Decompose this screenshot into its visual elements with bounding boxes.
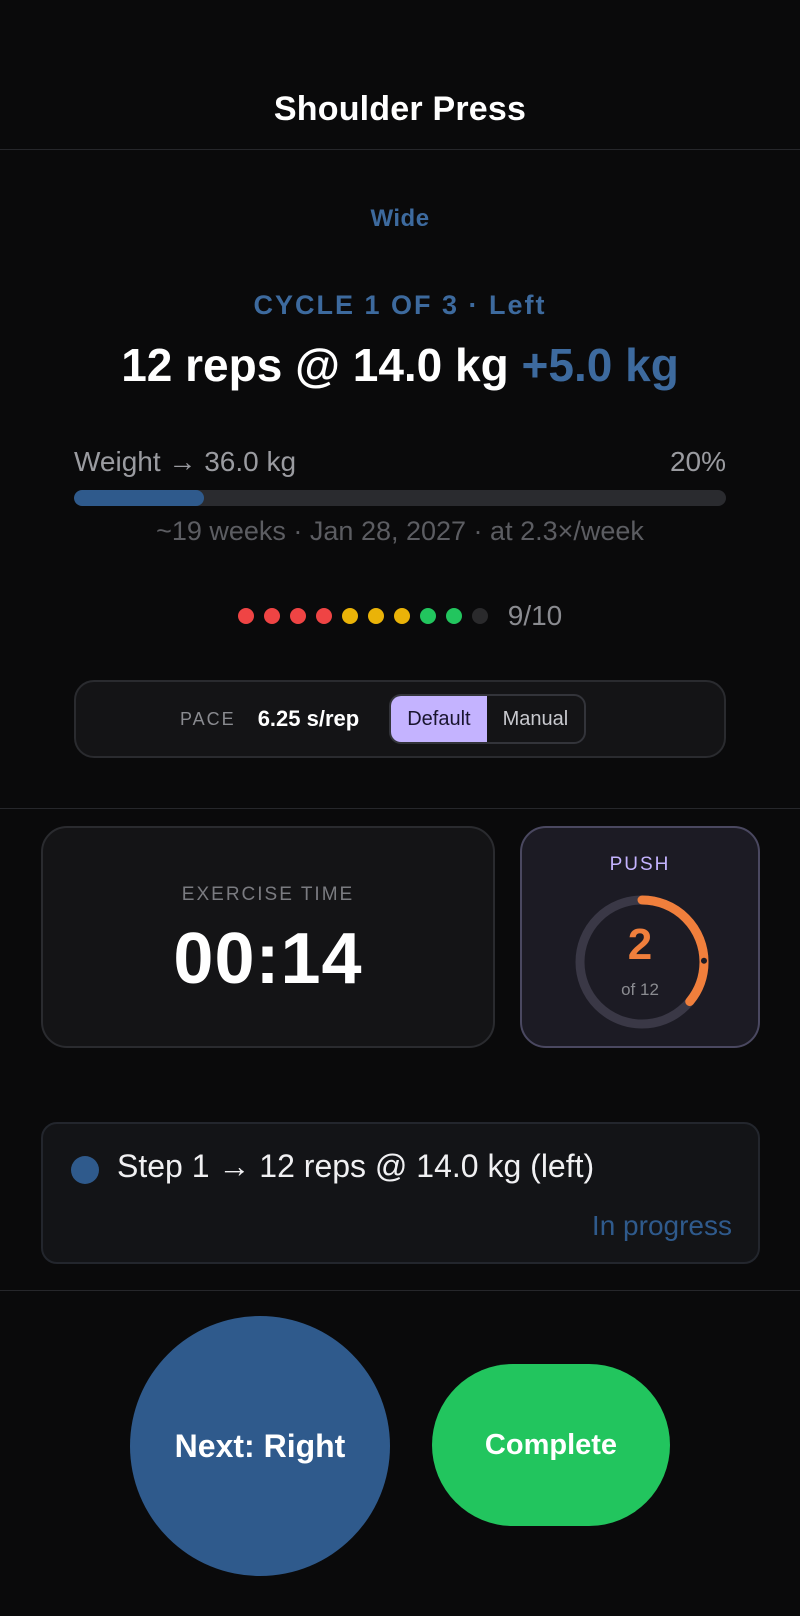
rpe-dot — [289, 608, 306, 624]
rpe-dot — [263, 608, 280, 624]
goal-progress-fill — [74, 490, 205, 506]
rpe-dot — [341, 608, 358, 624]
rpe-value: 9/10 — [507, 600, 563, 631]
step-status-dot — [71, 1156, 99, 1184]
rpe-dot — [419, 608, 436, 624]
top-header: Shoulder Press — [0, 0, 800, 150]
pace-manual-button[interactable]: Manual — [487, 696, 585, 742]
rpe-dots — [237, 608, 488, 624]
target-value: 12 reps @ 14.0 kg — [121, 339, 509, 391]
divider — [0, 1290, 800, 1291]
cycle-label: CYCLE 1 OF 3 · Left — [253, 290, 547, 320]
grip-label: Wide — [370, 205, 430, 232]
rpe-dot — [315, 608, 332, 624]
push-count: 2 — [627, 920, 653, 969]
rpe-dot — [393, 608, 410, 624]
divider — [0, 808, 800, 809]
rpe-dot — [367, 608, 384, 624]
next-side-button[interactable]: Next: Right — [130, 1316, 390, 1576]
current-step-card: Step 1 → 12 reps @ 14.0 kg (left) In pro… — [41, 1122, 760, 1264]
rpe-dot — [471, 608, 488, 624]
exercise-time-value: 00:14 — [173, 919, 363, 999]
weight-delta: +5.0 kg — [521, 339, 679, 391]
workout-screen: Shoulder Press Wide CYCLE 1 OF 3 · Left … — [0, 0, 800, 1616]
pace-default-button[interactable]: Default — [391, 696, 487, 742]
exercise-time-label: EXERCISE TIME — [181, 884, 355, 905]
push-counter-card: PUSH 2 of 12 — [520, 826, 760, 1048]
rpe-dot — [445, 608, 462, 624]
goal-eta: ~19 weeks · Jan 28, 2027 · at 2.3×/week — [156, 516, 644, 546]
complete-button[interactable]: Complete — [432, 1364, 670, 1526]
rpe-indicator: 9/10 — [0, 600, 800, 632]
goal-progress-header: Weight → 36.0 kg 20% — [74, 446, 726, 478]
pace-label: PACE — [180, 708, 236, 729]
set-target: 12 reps @ 14.0 kg +5.0 kg — [0, 338, 800, 392]
goal-percent: 20% — [669, 446, 726, 477]
goal-label: Weight → 36.0 kg — [74, 446, 297, 477]
rpe-dot — [237, 608, 254, 624]
pace-control: PACE 6.25 s/rep Default Manual — [74, 680, 726, 758]
push-total: of 12 — [621, 980, 659, 999]
step-status: In progress — [591, 1210, 732, 1241]
pace-mode-toggle: Default Manual — [389, 694, 587, 744]
page-title: Shoulder Press — [273, 90, 527, 128]
goal-progress-bar — [74, 490, 726, 506]
pace-value: 6.25 s/rep — [257, 706, 360, 731]
push-label: PUSH — [609, 854, 671, 875]
step-description: Step 1 → 12 reps @ 14.0 kg (left) — [117, 1148, 595, 1184]
exercise-time-card: EXERCISE TIME 00:14 — [41, 826, 495, 1048]
